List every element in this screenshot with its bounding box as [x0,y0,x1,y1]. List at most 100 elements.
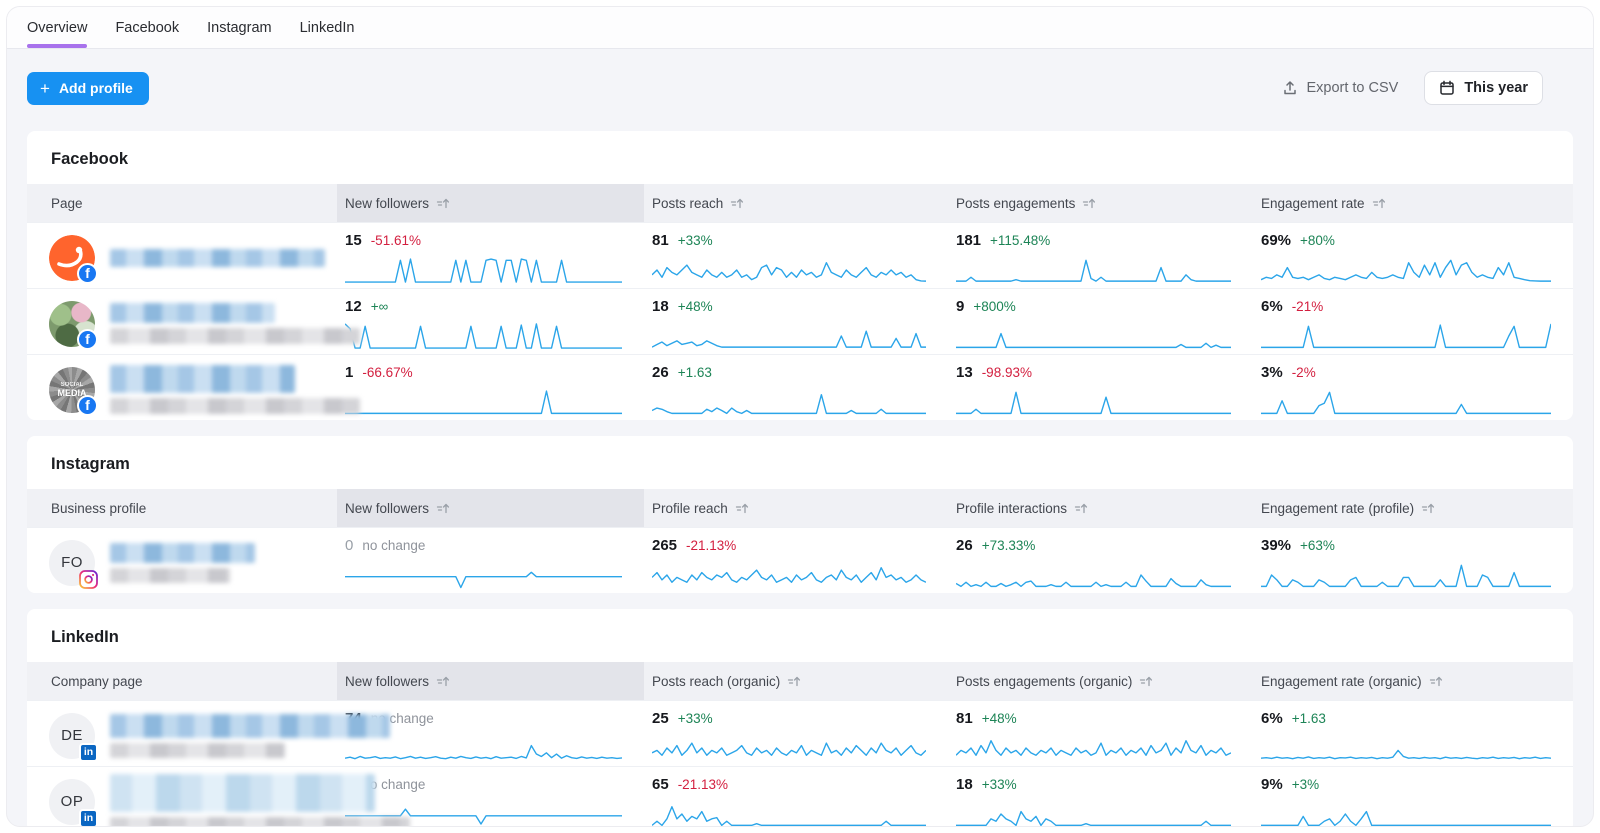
sort-icon [1429,675,1443,688]
facebook-badge-icon: f [77,329,98,350]
section-title: Facebook [27,131,1573,184]
metric-delta: -2% [1292,365,1316,381]
metric-delta: +1.63 [678,365,712,381]
profile-row[interactable]: FO0no change265-21.13%26+73.33%39%+63% [27,527,1573,593]
instagram-section: InstagramBusiness profileNew followersPr… [27,436,1573,593]
table-header-row: Company page New followers Posts reach (or… [27,662,1573,700]
entity-column-header: Company page [27,662,337,700]
sparkline-chart [956,387,1231,417]
metric-value-line: 15-51.61% [345,232,622,250]
metric-column-header[interactable]: Engagement rate (organic) [1253,662,1573,700]
tab-linkedin[interactable]: LinkedIn [300,10,355,48]
column-header-label: Profile interactions [956,501,1067,516]
metric-column-header[interactable]: Engagement rate [1253,184,1573,222]
date-range-label: This year [1464,80,1528,96]
metric-column-header[interactable]: New followers [337,662,644,700]
section-title: Instagram [27,436,1573,489]
metric-value-line: 18+48% [652,298,926,316]
metric-cell: 9%+3% [1253,767,1573,827]
metric-column-header[interactable]: New followers [337,184,644,222]
metric-column-header[interactable]: Profile interactions [948,489,1253,527]
metric-value: 0 [345,537,353,555]
metric-column-header[interactable]: Posts engagements (organic) [948,662,1253,700]
metric-column-header[interactable]: Profile reach [644,489,948,527]
metric-value-line: 6%+1.63 [1261,710,1551,728]
tab-facebook[interactable]: Facebook [115,10,179,48]
redacted-profile-name [110,774,375,812]
add-profile-label: Add profile [59,80,133,96]
sparkline-chart [1261,255,1551,285]
metric-delta: +33% [678,711,713,727]
sort-icon [730,197,744,210]
metric-column-header[interactable]: Posts reach [644,184,948,222]
column-header-label: Engagement rate (organic) [1261,674,1422,689]
metric-delta: -21% [1292,299,1324,315]
metric-cell: 18+33% [948,767,1253,827]
tab-instagram[interactable]: Instagram [207,10,271,48]
export-csv-button[interactable]: Export to CSV [1282,80,1398,96]
metric-delta: no change [362,538,425,554]
sparkline-chart [1261,733,1551,763]
redacted-profile-name [110,743,285,758]
profile-row[interactable]: f15-51.61%81+33%181+115.48%69%+80% [27,222,1573,288]
metric-value-line: 12+∞ [345,298,622,316]
metric-column-header[interactable]: Engagement rate (profile) [1253,489,1573,527]
metric-value-line: 65-21.13% [652,776,926,794]
metric-value-line: 13-98.93% [956,364,1231,382]
metric-cell: 25 +33% [644,701,948,770]
metric-cell: 81+48% [948,701,1253,770]
sort-icon [436,675,450,688]
metric-delta: +63% [1300,538,1335,554]
metric-value-line: 18+33% [956,776,1231,794]
metric-value-line: 0 no change [345,537,622,555]
redacted-profile-name [110,398,360,414]
add-profile-button[interactable]: + Add profile [27,72,149,105]
column-header-label: Engagement rate [1261,196,1365,211]
date-range-button[interactable]: This year [1424,71,1543,105]
metric-value: 15 [345,232,362,250]
metric-cell: 3%-2% [1253,355,1573,420]
metric-value: 26 [652,364,669,382]
metric-value: 25 [652,710,669,728]
sort-icon [436,197,450,210]
metric-value-line: 3%-2% [1261,364,1551,382]
metric-value: 39% [1261,537,1291,555]
metric-value-line: 25 +33% [652,710,926,728]
sort-icon [436,502,450,515]
facebook-section: FacebookPageNew followersPosts reachPost… [27,131,1573,420]
metric-delta: +33% [678,233,713,249]
profile-avatar: f [49,301,95,347]
metric-delta: +3% [1292,777,1319,793]
metric-column-header[interactable]: Posts engagements [948,184,1253,222]
profile-cell: FO [27,528,337,593]
sparkline-chart [652,255,926,285]
sort-icon [787,675,801,688]
column-header-label: New followers [345,674,429,689]
sort-icon [1372,197,1386,210]
tab-overview[interactable]: Overview [27,10,87,48]
sparkline-chart [345,321,622,351]
sparkline-chart [652,387,926,417]
profile-row[interactable]: DEin74no change25+33%81+48%6%+1.63 [27,700,1573,766]
metric-column-header[interactable]: Posts reach (organic) [644,662,948,700]
profile-row[interactable]: OPin0no change65-21.13%18+33%9%+3% [27,766,1573,827]
metric-value: 13 [956,364,973,382]
metric-value: 65 [652,776,669,794]
export-csv-label: Export to CSV [1306,80,1398,96]
metric-cell: 81+33% [644,223,948,292]
metric-cell: 15-51.61% [337,223,644,292]
profile-row[interactable]: f12+∞18+48%9+800%6%-21% [27,288,1573,354]
profile-row[interactable]: SOCIALMEDIAf1-66.67%26+1.6313-98.93%3%-2… [27,354,1573,420]
metric-column-header[interactable]: New followers [337,489,644,527]
metric-value-line: 265-21.13% [652,537,926,555]
profile-avatar: DEin [49,713,95,759]
metric-delta: +33% [982,777,1017,793]
section-title: LinkedIn [27,609,1573,662]
column-header-label: Posts engagements [956,196,1075,211]
column-header-label: Posts engagements (organic) [956,674,1132,689]
metric-cell: 1-66.67% [337,355,644,420]
profile-name [110,249,325,267]
metric-delta: +73.33% [982,538,1036,554]
metric-delta: +48% [678,299,713,315]
metric-delta: -66.67% [362,365,412,381]
